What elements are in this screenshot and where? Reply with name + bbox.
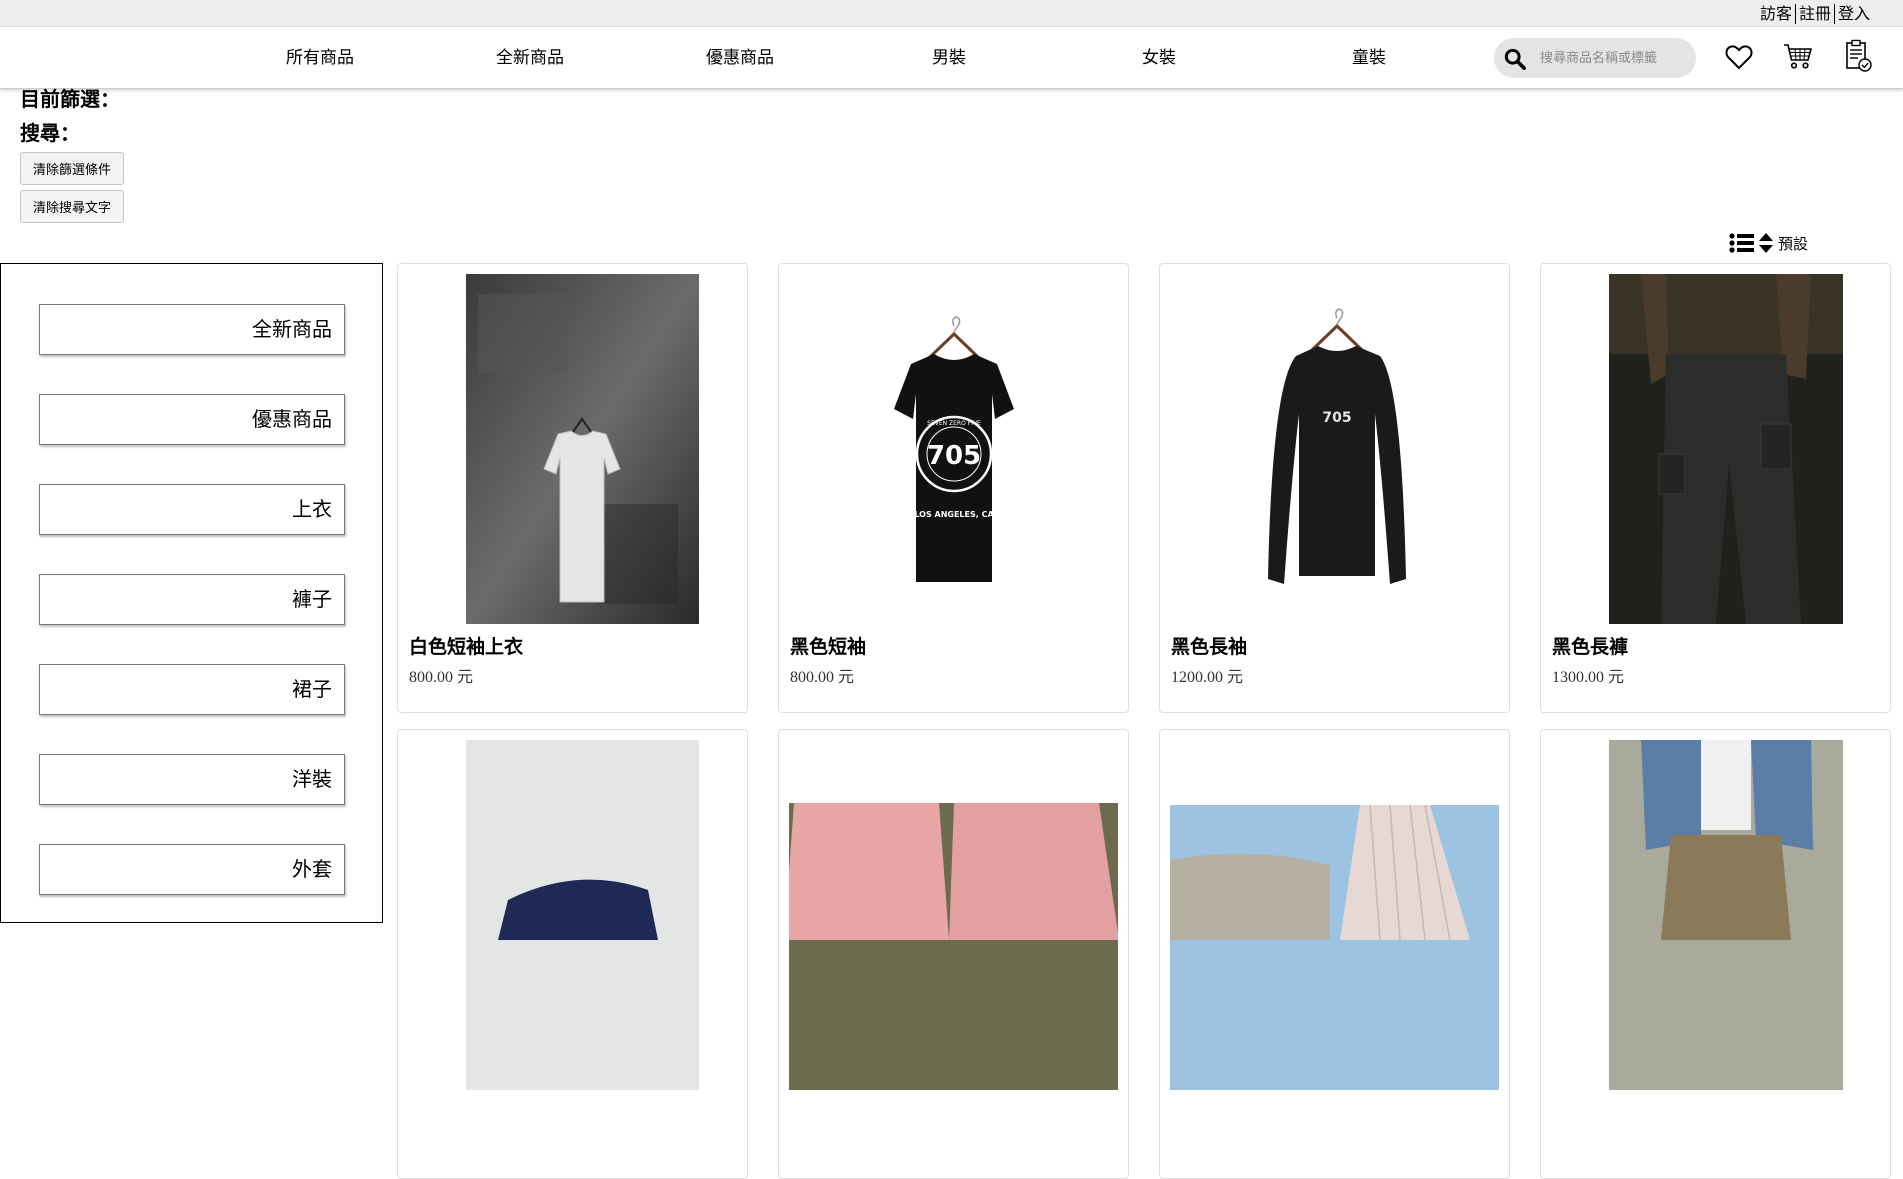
- category-jackets[interactable]: 外套: [39, 844, 345, 895]
- product-image-black-pants: [1609, 274, 1843, 624]
- product-image-pleated-skirt: [1170, 804, 1499, 1090]
- nav-item-sale-products[interactable]: 優惠商品: [706, 48, 774, 68]
- search-box: [1494, 38, 1696, 78]
- product-card[interactable]: [1159, 729, 1510, 1179]
- product-image-pink-skirt: [789, 803, 1118, 1090]
- product-image-black-longsleeve: 705: [1268, 308, 1406, 584]
- product-price: 1200.00 元: [1171, 669, 1244, 686]
- clear-filter-button[interactable]: 清除篩選條件: [20, 152, 125, 185]
- clear-search-button[interactable]: 清除搜尋文字: [20, 190, 125, 223]
- product-name: 黑色短袖: [790, 636, 867, 658]
- product-card[interactable]: [778, 729, 1129, 1179]
- category-tops[interactable]: 上衣: [39, 484, 345, 535]
- product-card[interactable]: 黑色長褲 1300.00 元: [1540, 263, 1891, 713]
- sort-label: 預設: [1778, 234, 1809, 253]
- register-link[interactable]: 註冊: [1796, 4, 1834, 24]
- category-skirts[interactable]: 裙子: [39, 664, 345, 715]
- list-icon: [1729, 233, 1754, 253]
- product-card[interactable]: 白色短袖上衣 800.00 元: [397, 263, 748, 713]
- nav-item-men[interactable]: 男裝: [932, 48, 966, 68]
- product-name: 黑色長褲: [1552, 636, 1629, 658]
- login-link[interactable]: 登入: [1835, 4, 1873, 24]
- search-input[interactable]: [1540, 47, 1690, 69]
- tee-logo-ring-text: SEVEN ZERO FIVE: [927, 420, 981, 427]
- sort-icon: [1759, 233, 1773, 253]
- order-list-icon[interactable]: [1845, 39, 1873, 73]
- nav-item-all-products[interactable]: 所有商品: [286, 48, 354, 68]
- category-sidebar: 全新商品 優惠商品 上衣 褲子 裙子 洋裝 外套: [0, 263, 383, 923]
- search-icon[interactable]: [1504, 48, 1526, 70]
- longsleeve-logo-text: 705: [1322, 410, 1351, 426]
- product-image-denim-jacket: [1609, 740, 1843, 1090]
- product-name: 黑色長袖: [1171, 636, 1248, 658]
- tee-caption: LOS ANGELES, CA: [914, 510, 994, 519]
- cart-icon[interactable]: [1783, 42, 1813, 70]
- product-price: 800.00 元: [790, 669, 855, 686]
- search-label: 搜尋：: [20, 121, 80, 145]
- product-image-navy-garment: [466, 740, 699, 1090]
- category-sale[interactable]: 優惠商品: [39, 394, 345, 445]
- product-price: 800.00 元: [409, 669, 474, 686]
- main-nav: 所有商品 全新商品 優惠商品 男裝 女裝 童裝: [0, 27, 1903, 89]
- product-image-black-tee: 705 SEVEN ZERO FIVE LOS ANGELES, CA: [894, 316, 1014, 582]
- top-bar: 訪客 註冊 登入: [0, 0, 1903, 27]
- account-links: 訪客 註冊 登入: [1757, 4, 1873, 24]
- product-card[interactable]: [397, 729, 748, 1179]
- current-filter-label: 目前篩選：: [20, 87, 120, 111]
- guest-link[interactable]: 訪客: [1757, 4, 1795, 24]
- product-card[interactable]: 705 黑色長袖 1200.00 元: [1159, 263, 1510, 713]
- tee-logo-number: 705: [927, 441, 981, 471]
- category-dresses[interactable]: 洋裝: [39, 754, 345, 805]
- nav-item-women[interactable]: 女裝: [1142, 48, 1176, 68]
- nav-item-kids[interactable]: 童裝: [1352, 48, 1386, 68]
- category-pants[interactable]: 褲子: [39, 574, 345, 625]
- sort-control[interactable]: 預設: [1729, 232, 1808, 254]
- heart-icon[interactable]: [1725, 44, 1753, 70]
- product-price: 1300.00 元: [1552, 669, 1625, 686]
- product-card[interactable]: 705 SEVEN ZERO FIVE LOS ANGELES, CA 黑色短袖…: [778, 263, 1129, 713]
- product-image-white-tee: [466, 274, 699, 624]
- category-new[interactable]: 全新商品: [39, 304, 345, 355]
- product-card[interactable]: [1540, 729, 1891, 1179]
- product-name: 白色短袖上衣: [409, 636, 524, 658]
- nav-item-new-products[interactable]: 全新商品: [496, 48, 564, 68]
